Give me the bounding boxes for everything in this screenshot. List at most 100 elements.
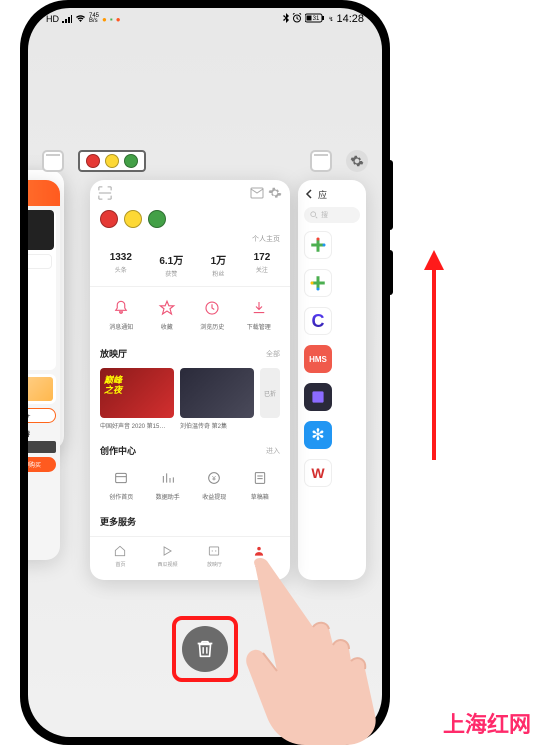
shop-buy-button[interactable]: 立即购买 [28, 457, 56, 472]
alarm-icon [292, 13, 302, 25]
chart-icon [157, 467, 179, 489]
battery-icon: 31 [305, 13, 325, 25]
notif-dot-3: ● [116, 15, 121, 24]
status-left: HD 745 B/s ● ▪ ● [46, 14, 121, 25]
clear-all-button[interactable] [182, 626, 228, 672]
status-bar: HD 745 B/s ● ▪ ● 31 [28, 8, 382, 30]
video-thumb[interactable] [100, 368, 174, 418]
app-icon[interactable]: W [304, 459, 332, 487]
shop-promo [28, 377, 53, 401]
draft-icon [249, 467, 271, 489]
dot-green [124, 154, 138, 168]
video-caption: 中国好声音 2020 第15… [100, 421, 174, 430]
quick-item[interactable]: 消息通知 [109, 297, 133, 331]
download-icon [248, 297, 270, 319]
search-box[interactable]: 搜 [304, 207, 360, 223]
stat-item[interactable]: 172关注 [254, 252, 271, 278]
film-icon [206, 543, 222, 559]
search-icon [310, 211, 318, 219]
scan-icon[interactable] [98, 186, 112, 200]
shop-header [28, 180, 60, 206]
creator-item[interactable]: 创作首页 [109, 467, 133, 501]
dot-red [100, 210, 118, 228]
dot-green [148, 210, 166, 228]
shop-category: 帕护 [28, 254, 52, 269]
watermark: 上海红网 [443, 707, 531, 739]
right-topbar: 应 [304, 186, 360, 207]
app-icon[interactable]: HMS [304, 345, 332, 373]
right-title: 应 [318, 188, 327, 201]
shop-extra: 月售100+ [28, 408, 56, 423]
app-icon-browser[interactable] [42, 150, 64, 172]
creator-row: 创作首页 数据助手 ¥收益提现 草稿箱 [90, 461, 290, 507]
video-caption: 刘伯温传奇 第2集 [180, 421, 254, 430]
app-icon[interactable] [304, 231, 332, 259]
pointing-hand-icon [225, 555, 405, 745]
app-list: C HMS ✻ W [304, 231, 360, 487]
quick-item[interactable]: 收藏 [156, 297, 178, 331]
clock-label: 14:28 [336, 13, 364, 25]
shop-body: 帕护 [28, 210, 56, 370]
app-icon-browser-2[interactable] [310, 150, 332, 172]
wifi-icon [75, 14, 86, 25]
app-icon[interactable]: ✻ [304, 421, 332, 449]
tab-video[interactable]: 西瓜视频 [157, 543, 177, 568]
video-side[interactable]: 已折 [260, 368, 280, 418]
signal-icon [62, 14, 72, 25]
dot-yellow [124, 210, 142, 228]
app-icon[interactable] [304, 269, 332, 297]
bell-icon [110, 297, 132, 319]
money-icon: ¥ [203, 467, 225, 489]
star-icon [156, 297, 178, 319]
recent-card-center[interactable]: 个人主页 1332头条 6.1万获赞 1万粉丝 172关注 消息通知 收藏 浏览… [90, 180, 290, 580]
gear-icon [350, 154, 364, 168]
dot-red [86, 154, 100, 168]
stat-item[interactable]: 1万粉丝 [211, 252, 227, 278]
tab-home[interactable]: 首页 [112, 543, 128, 568]
status-right: 31 ↯ 14:28 [283, 13, 364, 25]
section-creator-header: 创作中心 进入 [90, 438, 290, 461]
stat-item[interactable]: 6.1万获赞 [159, 252, 183, 278]
app-icon[interactable]: C [304, 307, 332, 335]
card-header-icons [28, 150, 382, 172]
dot-yellow [105, 154, 119, 168]
speed-label: 745 B/s [89, 14, 99, 25]
section-title: 创作中心 [100, 444, 136, 457]
home-icon [112, 543, 128, 559]
gear-icon[interactable] [268, 186, 282, 200]
section-title: 放映厅 [100, 347, 127, 360]
creator-item[interactable]: 数据助手 [156, 467, 180, 501]
bluetooth-icon [283, 13, 289, 25]
mail-icon[interactable] [250, 186, 264, 200]
creator-item[interactable]: ¥收益提现 [202, 467, 226, 501]
home-link[interactable]: 个人主页 [90, 234, 290, 248]
home-icon [110, 467, 132, 489]
video-row: 中国好声音 2020 第15… 刘伯温传奇 第2集 已折 [90, 364, 290, 438]
quick-row: 消息通知 收藏 浏览历史 下载管理 [90, 287, 290, 341]
trash-icon [194, 638, 216, 660]
recent-card-right[interactable]: 应 搜 C HMS ✻ W [298, 180, 366, 580]
shop-thumb [28, 441, 56, 453]
section-more[interactable]: 全部 [266, 349, 280, 359]
video-thumb[interactable] [180, 368, 254, 418]
stats-row: 1332头条 6.1万获赞 1万粉丝 172关注 [90, 248, 290, 287]
swipe-up-arrow [422, 250, 446, 460]
svg-text:¥: ¥ [212, 476, 216, 483]
center-topbar [90, 180, 290, 206]
svg-text:31: 31 [313, 16, 320, 22]
shop-product-name: 年帕萨特 [28, 427, 60, 441]
creator-item[interactable]: 草稿箱 [249, 467, 271, 501]
quick-item[interactable]: 下载管理 [247, 297, 271, 331]
quick-item[interactable]: 浏览历史 [200, 297, 224, 331]
tab-theater[interactable]: 放映厅 [206, 543, 222, 568]
app-icon[interactable] [304, 383, 332, 411]
notif-dot: ● [102, 15, 107, 24]
section-more-services: 更多服务 [90, 507, 290, 536]
app-icon-center[interactable] [78, 150, 146, 172]
stat-item[interactable]: 1332头条 [110, 252, 132, 278]
recent-card-shop[interactable]: 帕护 月售100+ 年帕萨特 立即购买 [28, 180, 60, 560]
back-icon[interactable] [304, 189, 314, 201]
app-icon-settings[interactable] [346, 150, 368, 172]
section-more[interactable]: 进入 [266, 446, 280, 456]
search-placeholder: 搜 [321, 210, 328, 220]
